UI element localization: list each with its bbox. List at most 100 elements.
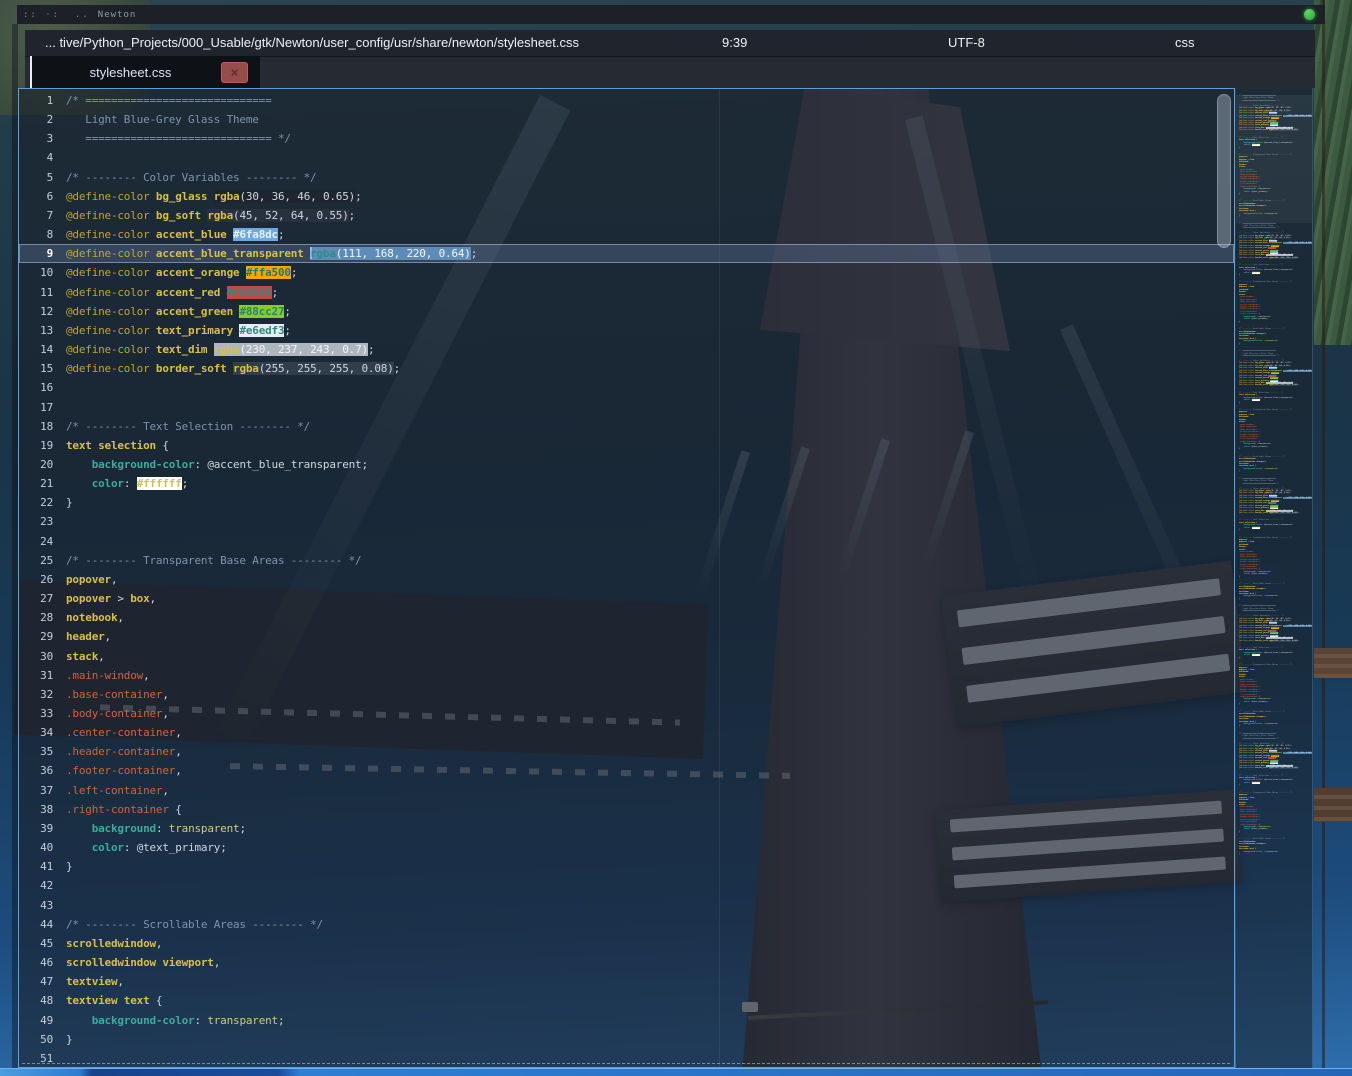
code-line[interactable]: 48textview text { xyxy=(19,991,1234,1010)
cursor-position: 9:39 xyxy=(722,35,747,50)
line-number: 7 xyxy=(19,206,53,225)
code-line[interactable]: 40 color: @text_primary; xyxy=(19,838,1234,857)
code-line[interactable]: 51 xyxy=(19,1049,1234,1068)
line-number: 34 xyxy=(19,723,53,742)
line-number: 39 xyxy=(19,819,53,838)
code-line[interactable]: 12@define-color accent_green #88cc27; xyxy=(19,302,1234,321)
code-line[interactable]: 18/* -------- Text Selection -------- */ xyxy=(19,417,1234,436)
file-path: ... tive/Python_Projects/000_Usable/gtk/… xyxy=(45,35,579,50)
line-number: 10 xyxy=(19,263,53,282)
code-line[interactable]: 36.footer-container, xyxy=(19,761,1234,780)
code-line[interactable]: 23 xyxy=(19,512,1234,531)
line-number: 18 xyxy=(19,417,53,436)
code-line[interactable]: 13@define-color text_primary #e6edf3; xyxy=(19,321,1234,340)
line-number: 51 xyxy=(19,1049,53,1068)
code-line[interactable]: 3 ============================= */ xyxy=(19,129,1234,148)
wallpaper-foliage-right xyxy=(1314,0,1352,345)
line-number: 21 xyxy=(19,474,53,493)
line-number: 14 xyxy=(19,340,53,359)
code-line[interactable]: 9@define-color accent_blue_transparent r… xyxy=(19,244,1234,263)
line-number: 31 xyxy=(19,666,53,685)
code-line[interactable]: 19text selection { xyxy=(19,436,1234,455)
code-line[interactable]: 38.right-container { xyxy=(19,800,1234,819)
code-line[interactable]: 20 background-color: @accent_blue_transp… xyxy=(19,455,1234,474)
code-line[interactable]: 1/* ============================= xyxy=(19,91,1234,110)
code-line[interactable]: 34.center-container, xyxy=(19,723,1234,742)
code-line[interactable]: 50} xyxy=(19,1030,1234,1049)
line-number: 13 xyxy=(19,321,53,340)
code-line[interactable]: 28notebook, xyxy=(19,608,1234,627)
editor-bottom-divider xyxy=(22,1063,1230,1064)
line-number: 9 xyxy=(19,244,53,263)
code-line[interactable]: 41} xyxy=(19,857,1234,876)
code-line[interactable]: 37.left-container, xyxy=(19,781,1234,800)
taskbar-edge xyxy=(0,1068,1352,1076)
code-line[interactable]: 26popover, xyxy=(19,570,1234,589)
line-number: 6 xyxy=(19,187,53,206)
line-number: 35 xyxy=(19,742,53,761)
wallpaper-structure xyxy=(1314,788,1352,822)
line-number: 43 xyxy=(19,896,53,915)
code-line[interactable]: 30stack, xyxy=(19,647,1234,666)
code-line[interactable]: 45scrolledwindow, xyxy=(19,934,1234,953)
code-line[interactable]: 33.body-container, xyxy=(19,704,1234,723)
minimap[interactable]: 1/* =============================2 Light… xyxy=(1236,88,1313,1068)
minimap-viewport[interactable] xyxy=(1236,95,1313,223)
line-number: 36 xyxy=(19,761,53,780)
line-number: 48 xyxy=(19,991,53,1010)
code-line[interactable]: 8@define-color accent_blue #6fa8dc; xyxy=(19,225,1234,244)
line-number: 40 xyxy=(19,838,53,857)
code-editor[interactable]: 1/* =============================2 Light… xyxy=(18,88,1235,1068)
code-line[interactable]: 21 color: #ffffff; xyxy=(19,474,1234,493)
code-line[interactable]: 42 xyxy=(19,876,1234,895)
line-number: 33 xyxy=(19,704,53,723)
titlebar-dots-icon: :: ·: .. xyxy=(23,10,90,20)
line-number: 49 xyxy=(19,1011,53,1030)
line-number: 25 xyxy=(19,551,53,570)
line-number: 30 xyxy=(19,647,53,666)
code-line[interactable]: 22} xyxy=(19,493,1234,512)
code-line[interactable]: 10@define-color accent_orange #ffa500; xyxy=(19,263,1234,282)
code-line[interactable]: 47textview, xyxy=(19,972,1234,991)
line-number: 44 xyxy=(19,915,53,934)
code-line[interactable]: 35.header-container, xyxy=(19,742,1234,761)
code-line[interactable]: 27popover > box, xyxy=(19,589,1234,608)
scrollbar-thumb[interactable] xyxy=(1217,94,1231,248)
tab-close-button[interactable]: × xyxy=(221,62,248,83)
line-number: 19 xyxy=(19,436,53,455)
window-status-light[interactable] xyxy=(1304,9,1315,20)
code-line[interactable]: 24 xyxy=(19,532,1234,551)
code-line[interactable]: 31.main-window, xyxy=(19,666,1234,685)
statusbar: ... tive/Python_Projects/000_Usable/gtk/… xyxy=(25,30,1315,56)
code-line[interactable]: 44/* -------- Scrollable Areas -------- … xyxy=(19,915,1234,934)
code-line[interactable]: 49 background-color: transparent; xyxy=(19,1011,1234,1030)
code-line[interactable]: 25/* -------- Transparent Base Areas ---… xyxy=(19,551,1234,570)
tab-stylesheet-css[interactable]: stylesheet.css × xyxy=(30,56,260,88)
code-line[interactable]: 5/* -------- Color Variables -------- */ xyxy=(19,168,1234,187)
line-number: 27 xyxy=(19,589,53,608)
line-number: 23 xyxy=(19,512,53,531)
code-line[interactable]: 17 xyxy=(19,398,1234,417)
code-line[interactable]: 11@define-color accent_red #c84646; xyxy=(19,283,1234,302)
code-line[interactable]: 29header, xyxy=(19,627,1234,646)
code-line[interactable]: 16 xyxy=(19,378,1234,397)
code-line[interactable]: 7@define-color bg_soft rgba(45, 52, 64, … xyxy=(19,206,1234,225)
line-number: 32 xyxy=(19,685,53,704)
code-text-area[interactable]: 1/* =============================2 Light… xyxy=(19,91,1234,1068)
line-number: 46 xyxy=(19,953,53,972)
line-number: 28 xyxy=(19,608,53,627)
code-line[interactable]: 15@define-color border_soft rgba(255, 25… xyxy=(19,359,1234,378)
code-line[interactable]: 6@define-color bg_glass rgba(30, 36, 46,… xyxy=(19,187,1234,206)
line-number: 2 xyxy=(19,110,53,129)
wallpaper-edge-line xyxy=(1322,0,1325,1076)
code-line[interactable]: 43 xyxy=(19,896,1234,915)
code-line[interactable]: 39 background: transparent; xyxy=(19,819,1234,838)
code-line[interactable]: 2 Light Blue-Grey Glass Theme xyxy=(19,110,1234,129)
line-number: 29 xyxy=(19,627,53,646)
line-number: 8 xyxy=(19,225,53,244)
window-titlebar[interactable]: :: ·: .. Newton xyxy=(17,5,1325,24)
code-line[interactable]: 46scrolledwindow viewport, xyxy=(19,953,1234,972)
code-line[interactable]: 14@define-color text_dim rgba(230, 237, … xyxy=(19,340,1234,359)
code-line[interactable]: 32.base-container, xyxy=(19,685,1234,704)
code-line[interactable]: 4 xyxy=(19,148,1234,167)
